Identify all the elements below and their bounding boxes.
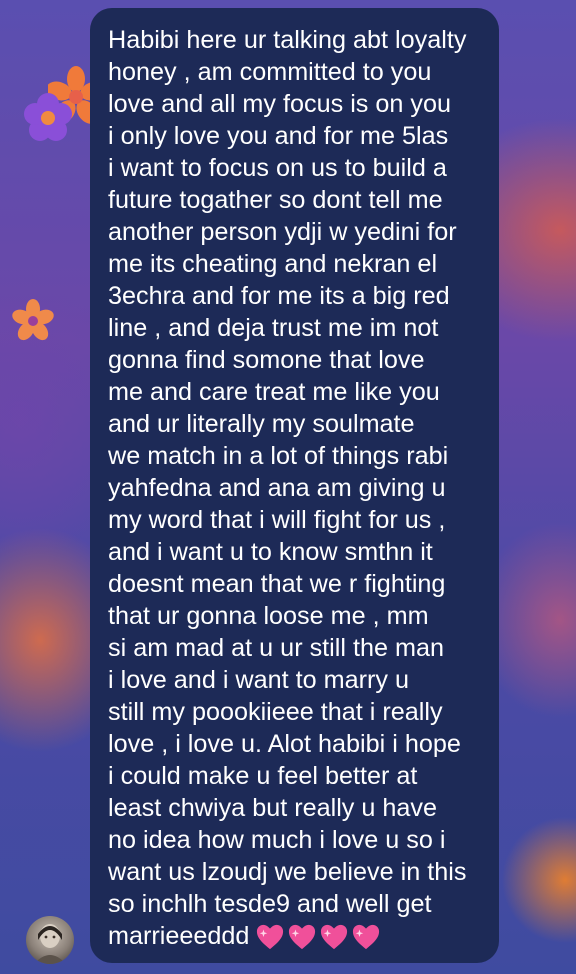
small-orange-flower-icon bbox=[12, 299, 54, 341]
message-line: and ur literally my soulmate bbox=[108, 410, 415, 438]
message-text: Habibi here ur talking abt loyalty honey … bbox=[108, 24, 485, 953]
message-line: that ur gonna loose me , mm bbox=[108, 602, 429, 630]
message-line: future togather so dont tell me bbox=[108, 186, 443, 214]
purple-flower-icon bbox=[24, 93, 72, 141]
message-line: Habibi here ur talking abt loyalty bbox=[108, 26, 467, 54]
message-line: honey , am committed to you bbox=[108, 58, 432, 86]
message-line: me and care treat me like you bbox=[108, 378, 440, 406]
message-line: 3echra and for me its a big red bbox=[108, 282, 450, 310]
sparkling-heart-icon bbox=[257, 925, 284, 950]
message-line: still my poookiieee that i really bbox=[108, 698, 443, 726]
message-line-text: marrieeeddd bbox=[108, 922, 250, 950]
heart-emoji-group bbox=[255, 921, 383, 953]
sparkling-heart-icon bbox=[353, 925, 380, 950]
sender-avatar[interactable] bbox=[26, 916, 74, 964]
message-line: marrieeeddd bbox=[108, 920, 485, 953]
message-line: love , i love u. Alot habibi i hope bbox=[108, 730, 461, 758]
message-line: want us lzoudj we believe in this bbox=[108, 858, 467, 886]
message-line: i only love you and for me 5las bbox=[108, 122, 449, 150]
message-line: another person ydji w yedini for bbox=[108, 218, 457, 246]
message-line: least chwiya but really u have bbox=[108, 794, 438, 822]
message-line: and i want u to know smthn it bbox=[108, 538, 433, 566]
message-line: i could make u feel better at bbox=[108, 762, 418, 790]
sparkling-heart-icon bbox=[321, 925, 348, 950]
message-line: my word that i will fight for us , bbox=[108, 506, 446, 534]
message-line: no idea how much i love u so i bbox=[108, 826, 446, 854]
message-line: i want to focus on us to build a bbox=[108, 154, 447, 182]
message-line: so inchlh tesde9 and well get bbox=[108, 890, 432, 918]
message-line: we match in a lot of things rabi bbox=[108, 442, 449, 470]
message-line: doesnt mean that we r fighting bbox=[108, 570, 446, 598]
message-line: love and all my focus is on you bbox=[108, 90, 452, 118]
message-line: gonna find somone that love bbox=[108, 346, 425, 374]
message-bubble[interactable]: Habibi here ur talking abt loyalty honey … bbox=[90, 8, 499, 963]
message-line: i love and i want to marry u bbox=[108, 666, 409, 694]
message-line: me its cheating and nekran el bbox=[108, 250, 438, 278]
avatar-photo-icon bbox=[34, 924, 66, 964]
message-line: si am mad at u ur still the man bbox=[108, 634, 444, 662]
message-line: line , and deja trust me im not bbox=[108, 314, 439, 342]
message-line: yahfedna and ana am giving u bbox=[108, 474, 446, 502]
sparkling-heart-icon bbox=[289, 925, 316, 950]
